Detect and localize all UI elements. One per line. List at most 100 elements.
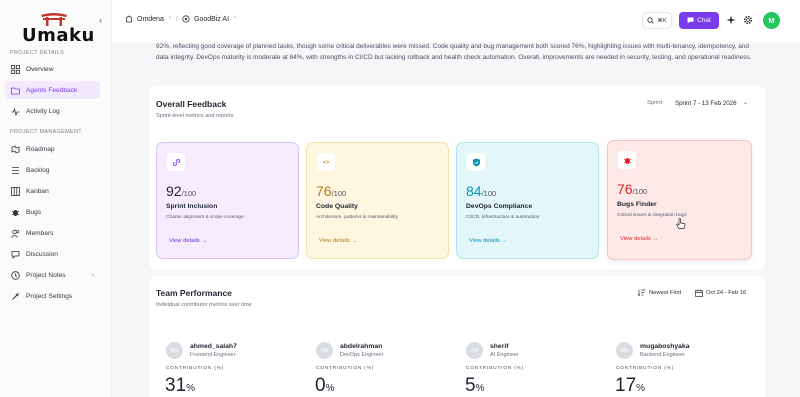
chevron-right-icon: › — [91, 271, 94, 279]
sidebar-item-label: Discussion — [26, 250, 58, 258]
project-icon — [182, 15, 190, 23]
breadcrumb-project[interactable]: GoodBiz AI — [194, 16, 229, 23]
sort-select[interactable]: Newest First — [649, 290, 681, 296]
metric-card-sprint-inclusion[interactable]: 92/100 Sprint Inclusion Charter alignmen… — [156, 142, 299, 259]
breadcrumb-separator: / — [176, 15, 179, 23]
metric-card-code-quality[interactable]: <> 76/100 Code Quality Architecture, pat… — [306, 142, 449, 259]
chevron-down-icon[interactable]: ⌄ — [743, 99, 748, 106]
sprint-select[interactable]: Sprint 7 - 13 Feb 2026 — [675, 100, 737, 107]
view-details-link[interactable]: View details → — [169, 238, 207, 244]
date-range-picker[interactable]: Oct 24 - Feb 16 — [706, 290, 746, 296]
contribution-value: 17 — [615, 375, 637, 396]
member-name: sherif — [490, 343, 509, 350]
sidebar-item-label: Activity Log — [26, 107, 60, 115]
sidebar-item-project-notes[interactable]: Project Notes › — [5, 266, 100, 284]
member-card[interactable]: AB abdelrahman DevOps Engineer CONTRIBUT… — [315, 342, 456, 397]
sidebar-item-discussion[interactable]: Discussion — [5, 245, 100, 263]
metric-out-of: /100 — [632, 187, 648, 196]
view-details-link[interactable]: View details → — [620, 236, 658, 242]
backlog-icon — [11, 166, 20, 175]
chat-icon — [687, 17, 694, 24]
discussion-icon — [11, 250, 20, 259]
grid-icon — [11, 64, 20, 74]
search-shortcut: ⌘K — [657, 17, 667, 24]
code-icon: <> — [317, 153, 335, 171]
app-logo[interactable]: Umaku — [10, 8, 94, 46]
sidebar-item-label: Project Notes — [26, 271, 66, 279]
link-label: View details — [620, 236, 651, 242]
avatar: AH — [166, 342, 183, 359]
sidebar-item-label: Project Settings — [26, 292, 73, 300]
metric-title: Bugs Finder — [617, 201, 657, 208]
chat-button[interactable]: Chat — [679, 12, 719, 29]
metric-description: Architecture, patterns & maintainability — [316, 215, 398, 220]
contribution-label: CONTRIBUTION (%) — [166, 366, 225, 371]
metric-title: DevOps Compliance — [466, 203, 533, 210]
folder-icon — [11, 86, 20, 95]
metric-score: 92 — [166, 183, 182, 199]
arrow-right-icon: → — [201, 238, 208, 244]
sparkle-icon[interactable] — [726, 15, 736, 25]
metric-score: 76 — [316, 183, 332, 199]
sidebar-item-kanban[interactable]: Kanban — [5, 182, 100, 200]
sidebar-item-project-settings[interactable]: Project Settings — [5, 287, 100, 305]
arrow-right-icon: → — [351, 238, 358, 244]
sidebar-item-activity-log[interactable]: Activity Log — [5, 102, 100, 120]
chat-label: Chat — [697, 17, 711, 24]
notes-icon — [11, 270, 20, 280]
chevron-updown-icon[interactable]: ⌃ — [233, 16, 237, 22]
sidebar-item-agents-feedback[interactable]: Agents Feedback — [5, 81, 100, 99]
sidebar-item-members[interactable]: Members — [5, 224, 100, 242]
logo-text: Umaku — [22, 25, 95, 46]
sidebar-item-roadmap[interactable]: Roadmap — [5, 140, 100, 158]
roadmap-icon — [11, 145, 20, 154]
avatar: SH — [466, 342, 483, 359]
sidebar-item-overview[interactable]: Overview — [5, 60, 100, 78]
calendar-icon[interactable] — [695, 289, 703, 297]
contribution-label: CONTRIBUTION (%) — [316, 366, 375, 371]
sidebar-item-backlog[interactable]: Backlog — [5, 161, 100, 179]
member-card[interactable]: MU mugaboshyaka Backend Engineer CONTRIB… — [615, 342, 756, 397]
member-card[interactable]: SH sherif AI Engineer CONTRIBUTION (%) 5… — [465, 342, 606, 397]
collapse-sidebar-button[interactable]: ‹ — [99, 15, 102, 25]
view-details-link[interactable]: View details → — [319, 238, 357, 244]
section-subtitle: Sprint-level metrics and reports — [156, 113, 234, 119]
contribution-unit: % — [325, 383, 335, 394]
member-card[interactable]: AH ahmed_salah7 Frontend Engineer CONTRI… — [165, 342, 306, 397]
team-performance-panel: Team Performance Individual contributor … — [150, 276, 765, 397]
gear-icon[interactable] — [743, 15, 753, 25]
metric-title: Code Quality — [316, 203, 358, 210]
member-role: DevOps Engineer — [340, 352, 384, 358]
metric-out-of: /100 — [181, 189, 197, 198]
sidebar-item-label: Kanban — [26, 187, 49, 195]
metric-score: 76 — [617, 181, 633, 197]
pointer-cursor-icon — [676, 218, 686, 229]
shield-icon — [467, 153, 485, 171]
member-name: abdelrahman — [340, 343, 383, 350]
member-role: Frontend Engineer — [190, 352, 236, 358]
search-button[interactable]: ⌘K — [642, 12, 672, 29]
metric-description: Charter alignment & scope coverage — [166, 215, 244, 220]
user-avatar[interactable]: M — [763, 12, 780, 29]
metric-card-bugs-finder[interactable]: 76/100 Bugs Finder Critical issues & int… — [607, 140, 752, 260]
kanban-icon — [11, 186, 20, 196]
section-title: Overall Feedback — [156, 99, 227, 109]
settings-icon — [11, 292, 20, 301]
chevron-updown-icon[interactable]: ⌃ — [168, 16, 172, 22]
metric-out-of: /100 — [331, 189, 347, 198]
summary-text: 92%, reflecting good coverage of planned… — [156, 43, 752, 61]
sidebar-item-label: Bugs — [26, 208, 42, 216]
metric-title: Sprint Inclusion — [166, 203, 218, 210]
section-title: Team Performance — [156, 288, 232, 298]
view-details-link[interactable]: View details → — [469, 238, 507, 244]
member-name: mugaboshyaka — [640, 343, 690, 350]
breadcrumb-org[interactable]: Omdena — [137, 16, 164, 23]
sidebar-item-bugs[interactable]: Bugs — [5, 203, 100, 221]
top-bar: ‹ Omdena ⌃ / GoodBiz AI ⌃ ⌘K Chat M — [99, 0, 800, 42]
contribution-unit: % — [186, 383, 196, 394]
link-label: View details — [319, 238, 350, 244]
metric-card-devops-compliance[interactable]: 84/100 DevOps Compliance CI/CD, infrastr… — [456, 142, 599, 259]
sidebar-item-label: Backlog — [26, 166, 50, 174]
contribution-unit: % — [636, 383, 646, 394]
sort-icon[interactable] — [638, 289, 646, 296]
